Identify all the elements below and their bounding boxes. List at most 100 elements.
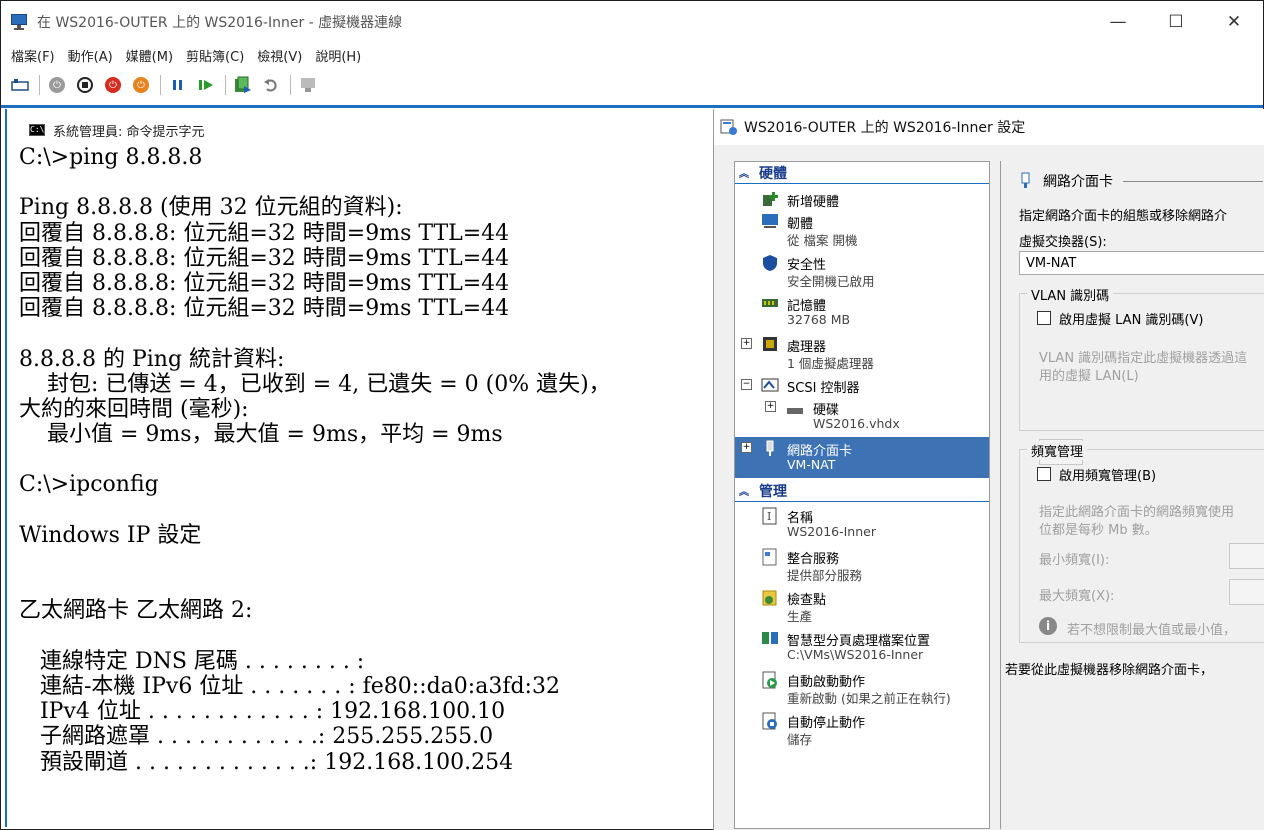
- checkpoint-icon[interactable]: [232, 74, 254, 96]
- console-line: 回覆自 8.8.8.8: 位元組=32 時間=9ms TTL=44: [19, 270, 510, 296]
- menu-action[interactable]: 動作(A): [68, 46, 113, 65]
- command-prompt-window[interactable]: C:\ 系統管理員: 命令提示字元 C:\>ping 8.8.8.8 Ping 8…: [5, 109, 713, 827]
- tree-item-detail: 生產: [787, 609, 813, 624]
- network-adapter-icon: [1021, 172, 1030, 188]
- tree-item-label: 智慧型分頁處理檔案位置: [787, 634, 931, 649]
- remove-adapter-text: 若要從此虛擬機器移除網路介面卡，: [1005, 663, 1214, 678]
- bandwidth-checkbox-label: 啟用頻寬管理(B): [1059, 469, 1157, 484]
- section-management-label: 管理: [759, 483, 787, 500]
- expand-icon[interactable]: +: [765, 401, 776, 412]
- max-bandwidth-input[interactable]: [1229, 579, 1264, 605]
- panel-heading-label: 網路介面卡: [1043, 174, 1113, 190]
- tree-item-detail: 重新啟動 (如果之前正在執行): [787, 691, 951, 706]
- bandwidth-description: 指定此網路介面卡的網路頻寬使用: [1039, 505, 1235, 520]
- console-line: 連線特定 DNS 尾碼 . . . . . . . . :: [19, 648, 365, 674]
- tree-item-smart-paging[interactable]: 智慧型分頁處理檔案位置 C:\VMs\WS2016-Inner: [735, 627, 989, 668]
- console-line: 回覆自 8.8.8.8: 位元組=32 時間=9ms TTL=44: [19, 220, 510, 246]
- vlan-checkbox[interactable]: [1037, 311, 1051, 325]
- menu-help[interactable]: 說明(H): [315, 46, 361, 65]
- turn-off-icon[interactable]: [74, 74, 96, 96]
- tree-item-security[interactable]: 安全性 安全開機已啟用: [735, 251, 989, 292]
- expand-icon[interactable]: +: [741, 338, 752, 349]
- dialog-title-bar[interactable]: WS2016-OUTER 上的 WS2016-Inner 設定: [714, 109, 1264, 145]
- bandwidth-checkbox[interactable]: [1037, 467, 1051, 481]
- console-line: 封包: 已傳送 = 4，已收到 = 4, 已遺失 = 0 (0% 遺失)，: [19, 371, 611, 397]
- processor-icon: [761, 336, 779, 352]
- security-shield-icon: [761, 254, 779, 271]
- virtual-switch-select[interactable]: VM-NAT: [1019, 251, 1264, 275]
- hard-drive-icon: [787, 401, 803, 414]
- tree-item-detail: 儲存: [787, 732, 813, 747]
- tree-item-memory[interactable]: 記憶體 32768 MB: [735, 292, 989, 333]
- tree-item-scsi-controller[interactable]: − SCSI 控制器: [735, 374, 989, 396]
- menu-bar: 檔案(F) 動作(A) 媒體(M) 剪貼簿(C) 檢視(V) 說明(H): [1, 43, 1263, 67]
- vm-connection-window: 在 WS2016-OUTER 上的 WS2016-Inner - 虛擬機器連線 …: [0, 0, 1264, 830]
- tree-item-label: 硬碟: [813, 403, 840, 418]
- console-line: 大約的來回時間 (毫秒):: [19, 396, 249, 422]
- collapse-chevron-icon[interactable]: ︽: [739, 165, 749, 180]
- tree-item-label: 韌體: [787, 217, 814, 232]
- console-line: 回覆自 8.8.8.8: 位元組=32 時間=9ms TTL=44: [19, 296, 510, 322]
- bandwidth-description-2: 位都是每秒 Mb 數。: [1039, 523, 1158, 538]
- minimize-button[interactable]: —: [1089, 1, 1147, 43]
- tree-item-auto-start[interactable]: 自動啟動動作 重新啟動 (如果之前正在執行): [735, 668, 989, 709]
- maximize-button[interactable]: ☐: [1147, 1, 1205, 43]
- console-line: 8.8.8.8 的 Ping 統計資料:: [19, 346, 285, 372]
- auto-start-icon: [761, 671, 779, 689]
- enhanced-session-icon[interactable]: [297, 74, 319, 96]
- resume-icon[interactable]: [195, 74, 217, 96]
- bandwidth-info-text: 若不想限制最大值或最小值，: [1067, 623, 1237, 638]
- section-management[interactable]: ︽ 管理: [735, 480, 989, 502]
- tree-item-name[interactable]: I 名稱 WS2016-Inner: [735, 504, 989, 545]
- title-bar[interactable]: 在 WS2016-OUTER 上的 WS2016-Inner - 虛擬機器連線 …: [1, 1, 1263, 43]
- tree-item-integration-services[interactable]: 整合服務 提供部分服務: [735, 545, 989, 586]
- toolbar-separator: [225, 75, 226, 95]
- start-icon[interactable]: ⏻: [46, 74, 68, 96]
- console-line: 最小值 = 9ms，最大值 = 9ms，平均 = 9ms: [19, 422, 503, 448]
- toolbar-accent-line: [1, 105, 1263, 108]
- firmware-icon: [761, 213, 779, 229]
- integration-services-icon: [761, 548, 779, 566]
- console-line: Windows IP 設定: [19, 522, 202, 548]
- tree-item-detail: 從 檔案 開機: [787, 233, 858, 248]
- collapse-chevron-icon[interactable]: ︽: [739, 483, 749, 498]
- menu-file[interactable]: 檔案(F): [11, 46, 55, 65]
- console-line: C:\>ping 8.8.8.8: [19, 145, 203, 170]
- auto-stop-icon: [761, 712, 779, 730]
- collapse-icon[interactable]: −: [741, 379, 752, 390]
- shut-down-icon[interactable]: ⏻: [102, 74, 124, 96]
- section-hardware-label: 硬體: [759, 165, 787, 182]
- power-icon[interactable]: ⏻: [130, 74, 152, 96]
- section-hardware[interactable]: ︽ 硬體: [735, 162, 989, 184]
- tree-item-network-adapter[interactable]: + 網路介面卡 VM-NAT: [735, 437, 989, 478]
- tree-item-processor[interactable]: + 處理器 1 個虛擬處理器: [735, 333, 989, 374]
- tree-item-label: 記憶體: [787, 299, 827, 314]
- info-icon: i: [1039, 617, 1057, 635]
- revert-icon[interactable]: [260, 74, 282, 96]
- close-button[interactable]: ✕: [1205, 1, 1263, 43]
- tree-item-auto-stop[interactable]: 自動停止動作 儲存: [735, 709, 989, 750]
- menu-view[interactable]: 檢視(V): [257, 46, 302, 65]
- console-output: C:\>ping 8.8.8.8 Ping 8.8.8.8 (使用 32 位元組的…: [19, 145, 713, 775]
- vm-settings-dialog: WS2016-OUTER 上的 WS2016-Inner 設定 ︽ 硬體 新增硬…: [713, 109, 1264, 830]
- checkpoint-icon: [761, 589, 779, 606]
- name-icon: I: [761, 507, 779, 525]
- add-hardware-icon: [761, 191, 779, 207]
- expand-icon[interactable]: +: [741, 442, 752, 453]
- ctrl-alt-del-icon[interactable]: [9, 74, 31, 96]
- tree-item-label: SCSI 控制器: [787, 381, 860, 396]
- tree-item-firmware[interactable]: 韌體 從 檔案 開機: [735, 210, 989, 251]
- tree-item-hard-drive[interactable]: + 硬碟 WS2016.vhdx: [735, 396, 989, 437]
- pause-icon[interactable]: [167, 74, 189, 96]
- tree-item-add-hardware[interactable]: 新增硬體: [735, 188, 989, 210]
- menu-clipboard[interactable]: 剪貼簿(C): [186, 46, 244, 65]
- menu-media[interactable]: 媒體(M): [126, 46, 173, 65]
- console-line: 回覆自 8.8.8.8: 位元組=32 時間=9ms TTL=44: [19, 245, 510, 271]
- tree-item-checkpoints[interactable]: 檢查點 生產: [735, 586, 989, 627]
- min-bandwidth-input[interactable]: [1229, 543, 1264, 569]
